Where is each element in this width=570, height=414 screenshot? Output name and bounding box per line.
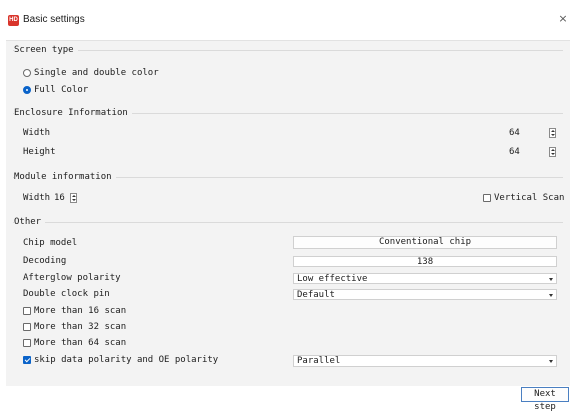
afterglow-polarity-label: Afterglow polarity bbox=[23, 273, 121, 283]
double-clock-pin-select[interactable]: Default bbox=[293, 289, 557, 300]
enclosure-group: Enclosure Information bbox=[13, 107, 563, 164]
enclosure-width-label: Width bbox=[23, 128, 51, 138]
radio-single-double-color[interactable] bbox=[23, 69, 31, 77]
decoding-field[interactable]: 138 bbox=[293, 256, 557, 267]
more-than-16-scan-label: More than 16 scan bbox=[34, 306, 127, 316]
enclosure-height-label: Height bbox=[23, 147, 56, 157]
radio-full-color[interactable] bbox=[23, 86, 31, 94]
next-step-button[interactable]: Next step bbox=[521, 387, 569, 412]
more-than-32-scan-label: More than 32 scan bbox=[34, 322, 127, 332]
skip-polarity-value: Parallel bbox=[297, 356, 341, 366]
enclosure-width-spinner[interactable] bbox=[549, 128, 556, 138]
afterglow-polarity-value: Low effective bbox=[297, 274, 368, 284]
window-title: Basic settings bbox=[23, 14, 85, 25]
chevron-down-icon bbox=[549, 294, 553, 297]
module-legend: Module information bbox=[14, 171, 116, 183]
decoding-label: Decoding bbox=[23, 256, 67, 266]
vertical-scan-checkbox[interactable] bbox=[483, 194, 491, 202]
module-width-label: Width bbox=[23, 193, 51, 203]
enclosure-height-value[interactable]: 64 bbox=[509, 146, 520, 158]
double-clock-pin-value: Default bbox=[297, 290, 335, 300]
skip-polarity-checkbox[interactable] bbox=[23, 356, 31, 364]
double-clock-pin-label: Double clock pin bbox=[23, 289, 110, 299]
other-legend: Other bbox=[14, 216, 46, 228]
more-than-32-scan-checkbox[interactable] bbox=[23, 323, 31, 331]
title-bar: HD Basic settings × bbox=[0, 0, 570, 40]
skip-polarity-select[interactable]: Parallel bbox=[293, 355, 557, 367]
more-than-64-scan-label: More than 64 scan bbox=[34, 338, 127, 348]
single-double-color-label: Single and double color bbox=[34, 68, 159, 78]
enclosure-height-spinner[interactable] bbox=[549, 147, 556, 157]
more-than-64-scan-checkbox[interactable] bbox=[23, 339, 31, 347]
full-color-label: Full Color bbox=[34, 85, 89, 95]
module-group: Module information bbox=[13, 171, 563, 208]
module-width-value[interactable]: 16 bbox=[54, 192, 65, 204]
module-width-spinner[interactable] bbox=[70, 193, 77, 203]
app-logo-icon: HD bbox=[8, 15, 19, 26]
chevron-down-icon bbox=[549, 278, 553, 281]
chevron-down-icon bbox=[549, 360, 553, 363]
vertical-scan-label: Vertical Scan bbox=[494, 193, 565, 203]
skip-polarity-label: skip data polarity and OE polarity bbox=[34, 355, 219, 365]
more-than-16-scan-checkbox[interactable] bbox=[23, 307, 31, 315]
chip-model-button[interactable]: Conventional chip bbox=[293, 236, 557, 249]
chip-model-label: Chip model bbox=[23, 238, 78, 248]
enclosure-width-value[interactable]: 64 bbox=[509, 127, 520, 139]
afterglow-polarity-select[interactable]: Low effective bbox=[293, 273, 557, 284]
enclosure-legend: Enclosure Information bbox=[14, 107, 132, 119]
close-icon[interactable]: × bbox=[556, 11, 570, 27]
screen-type-legend: Screen type bbox=[14, 44, 78, 56]
